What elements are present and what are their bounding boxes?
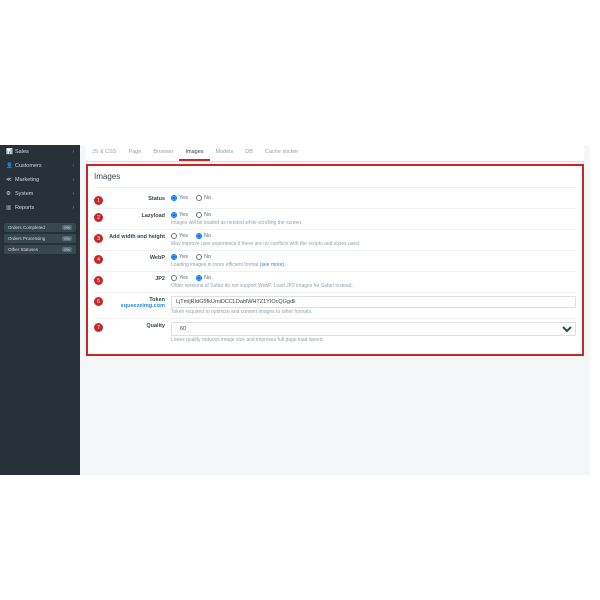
- form-row-status: 1 Status Yes No: [94, 192, 576, 209]
- field-label: Token squeezeimg.com: [109, 296, 171, 309]
- form-row-lazyload: 2 Lazyload Yes No Images will be loaded …: [94, 209, 576, 230]
- token-input[interactable]: [171, 296, 576, 308]
- user-icon: 👤: [6, 163, 12, 169]
- chevron-right-icon: ›: [72, 205, 74, 211]
- help-text: Token required to optimize and convert i…: [171, 309, 576, 315]
- sidebar-item-label: System: [15, 191, 33, 197]
- chevron-right-icon: ›: [72, 191, 74, 197]
- images-panel: Images 1 Status Yes No 2 Lazyload: [86, 164, 584, 356]
- tabs: JS & CSS Page Browser Images Models DB C…: [86, 145, 584, 162]
- help-text: Older versions of Safari do not support …: [171, 283, 576, 289]
- sidebar-item-sales[interactable]: 📊Sales ›: [0, 145, 80, 159]
- help-text: May improve user experience if there are…: [171, 241, 576, 247]
- radio-no[interactable]: No: [196, 254, 211, 260]
- status-row: Orders Processing0%: [4, 234, 76, 243]
- field-label: Add width and height: [109, 233, 171, 240]
- bar-chart-icon: ▥: [6, 205, 12, 211]
- form-row-jp2: 5 JP2 Yes No Older versions of Safari do…: [94, 272, 576, 293]
- radio-no[interactable]: No: [196, 233, 211, 239]
- field-label: JP2: [109, 275, 171, 282]
- form-row-add-width-height: 3 Add width and height Yes No May improv…: [94, 230, 576, 251]
- row-number-badge: 1: [94, 196, 103, 205]
- radio-yes[interactable]: Yes: [171, 233, 188, 239]
- field-label: Quality: [109, 322, 171, 329]
- chevron-right-icon: ›: [72, 177, 74, 183]
- main-content: JS & CSS Page Browser Images Models DB C…: [80, 145, 590, 475]
- help-text: Lower quality reduces image size and imp…: [171, 337, 576, 343]
- row-number-badge: 6: [94, 297, 103, 306]
- radio-yes[interactable]: Yes: [171, 254, 188, 260]
- tab-db[interactable]: DB: [239, 145, 259, 161]
- form-row-webp: 4 WebP Yes No Loading images in more eff…: [94, 251, 576, 272]
- radio-no[interactable]: No: [196, 275, 211, 281]
- tab-cache-sticker[interactable]: Cache sticker: [259, 145, 304, 161]
- radio-yes[interactable]: Yes: [171, 212, 188, 218]
- tab-images[interactable]: Images: [179, 145, 209, 161]
- see-more-link[interactable]: (see more): [260, 262, 284, 268]
- help-text: Loading images in more efficient format …: [171, 262, 576, 268]
- row-number-badge: 4: [94, 255, 103, 264]
- quality-select[interactable]: 60: [171, 322, 576, 336]
- chevron-right-icon: ›: [72, 149, 74, 155]
- radio-yes[interactable]: Yes: [171, 195, 188, 201]
- radio-no[interactable]: No: [196, 212, 211, 218]
- gear-icon: ⚙: [6, 191, 12, 197]
- chevron-right-icon: ›: [72, 163, 74, 169]
- sidebar-item-customers[interactable]: 👤Customers ›: [0, 159, 80, 173]
- sidebar-item-label: Reports: [15, 205, 34, 211]
- share-icon: ≪: [6, 177, 12, 183]
- help-text: Images will be loaded as needed while sc…: [171, 220, 576, 226]
- sidebar-item-system[interactable]: ⚙System ›: [0, 187, 80, 201]
- field-label: Status: [109, 195, 171, 202]
- squeezeimg-link[interactable]: squeezeimg.com: [121, 303, 165, 309]
- status-row: Orders Completed0%: [4, 223, 76, 232]
- row-number-badge: 7: [94, 323, 103, 332]
- sidebar-item-label: Customers: [15, 163, 42, 169]
- radio-no[interactable]: No: [196, 195, 211, 201]
- sidebar: 📊Sales › 👤Customers › ≪Marketing › ⚙Syst…: [0, 145, 80, 475]
- field-label: Lazyload: [109, 212, 171, 219]
- sidebar-item-marketing[interactable]: ≪Marketing ›: [0, 173, 80, 187]
- tab-page[interactable]: Page: [122, 145, 147, 161]
- sidebar-item-label: Marketing: [15, 177, 39, 183]
- form-row-token: 6 Token squeezeimg.com Token required to…: [94, 293, 576, 319]
- sidebar-item-label: Sales: [15, 149, 29, 155]
- chart-icon: 📊: [6, 149, 12, 155]
- radio-yes[interactable]: Yes: [171, 275, 188, 281]
- status-block: Orders Completed0% Orders Processing0% O…: [0, 221, 80, 258]
- sidebar-item-reports[interactable]: ▥Reports ›: [0, 201, 80, 215]
- tab-browser[interactable]: Browser: [147, 145, 179, 161]
- row-number-badge: 3: [94, 234, 103, 243]
- form-row-quality: 7 Quality 60 Lower quality reduces image…: [94, 319, 576, 346]
- tab-models[interactable]: Models: [210, 145, 240, 161]
- panel-title: Images: [94, 170, 576, 188]
- field-label: WebP: [109, 254, 171, 261]
- row-number-badge: 5: [94, 276, 103, 285]
- row-number-badge: 2: [94, 213, 103, 222]
- tab-js-css[interactable]: JS & CSS: [86, 145, 122, 161]
- status-row: Other Statuses0%: [4, 245, 76, 254]
